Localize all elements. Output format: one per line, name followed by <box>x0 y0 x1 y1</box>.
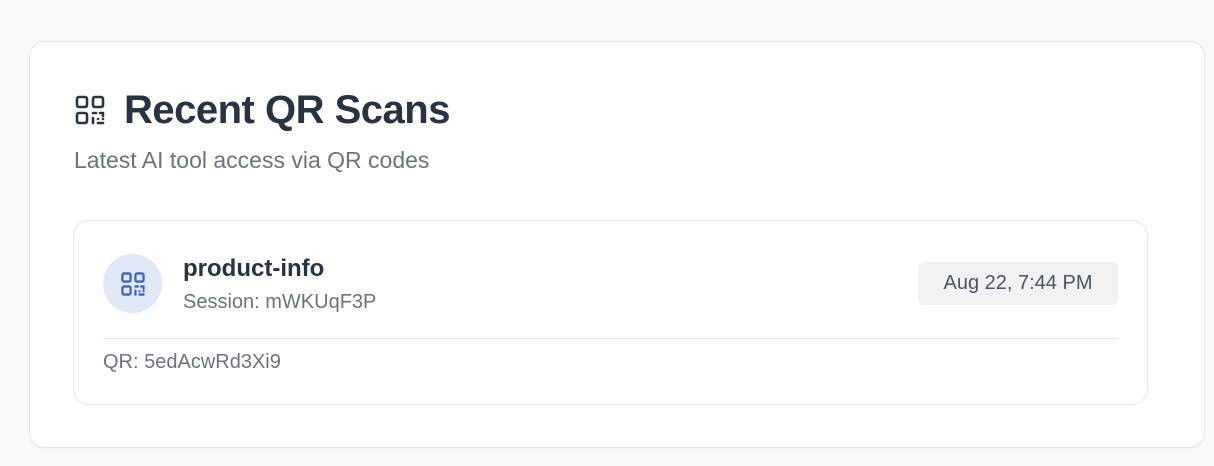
qr-code-icon <box>74 94 106 126</box>
card-subtitle: Latest AI tool access via QR codes <box>74 147 430 173</box>
recent-qr-scans-card: Recent QR Scans Latest AI tool access vi… <box>29 41 1205 448</box>
card-title: Recent QR Scans <box>124 88 450 132</box>
scan-divider <box>103 338 1118 339</box>
scan-tool-name: product-info <box>183 255 325 282</box>
scan-list-item[interactable]: product-info Session: mWKUqF3P Aug 22, 7… <box>73 220 1148 405</box>
scan-avatar <box>103 254 162 313</box>
qr-code-icon <box>120 271 146 297</box>
card-header: Recent QR Scans <box>74 86 450 134</box>
scan-timestamp-badge: Aug 22, 7:44 PM <box>918 262 1118 305</box>
scan-session: Session: mWKUqF3P <box>183 291 377 313</box>
scan-qr-code: QR: 5edAcwRd3Xi9 <box>103 351 281 373</box>
